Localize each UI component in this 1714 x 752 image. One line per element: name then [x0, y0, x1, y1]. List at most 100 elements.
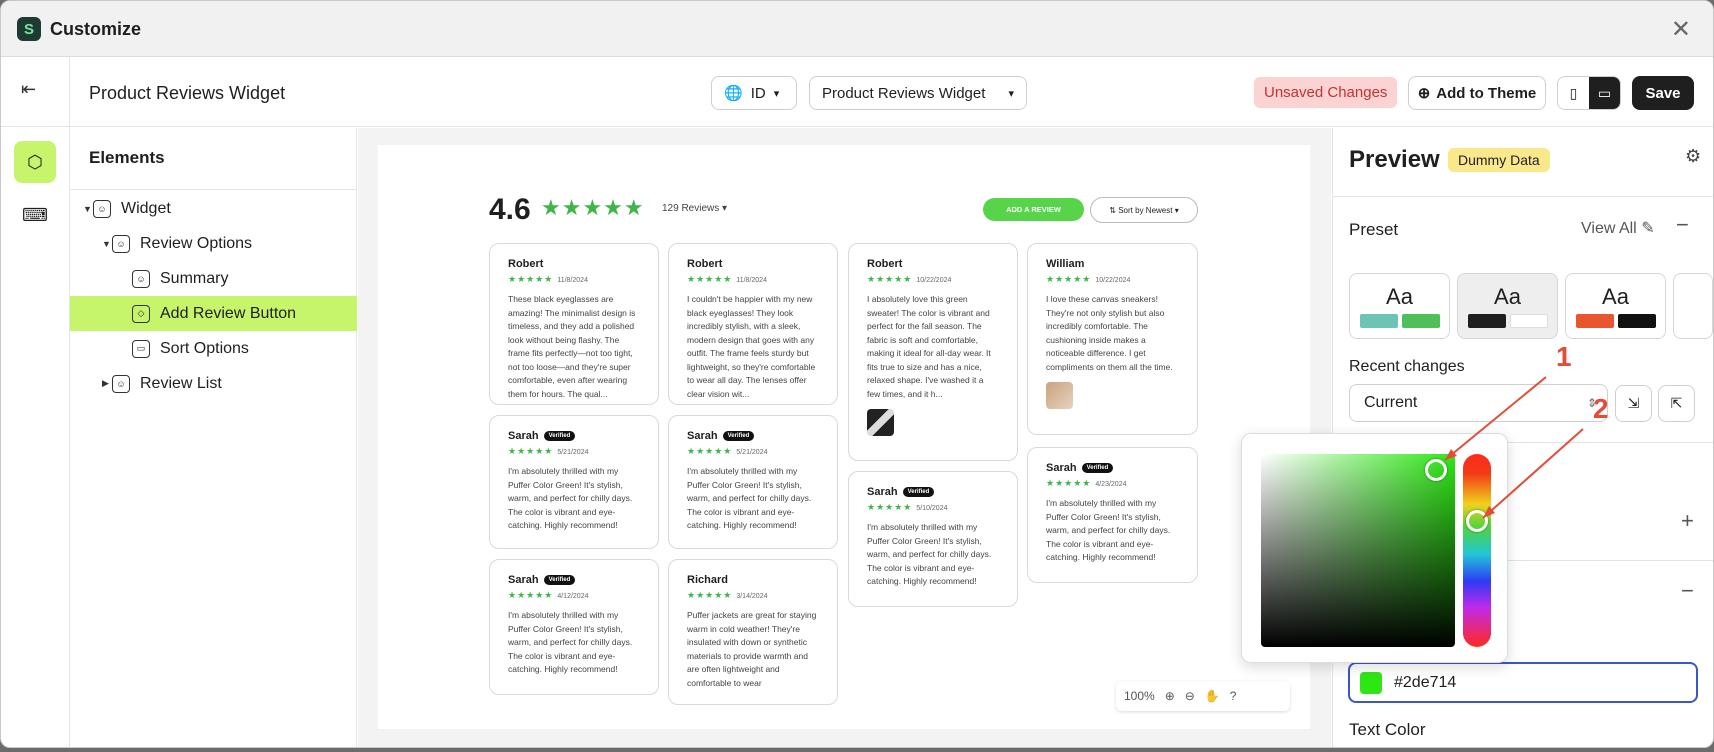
collapse-icon[interactable]: −: [1676, 212, 1689, 238]
customize-window: S Customize ✕ ⇤ Product Reviews Widget 🌐…: [0, 0, 1714, 748]
review-card: Robert ★★★★★ 11/8/2024 I couldn't be happ…: [668, 243, 838, 405]
mobile-icon[interactable]: ▯: [1558, 77, 1589, 109]
edit-icon: ✎: [1641, 220, 1655, 237]
tree-item-widget[interactable]: ▼ ☺ Widget: [70, 191, 357, 226]
color-swatch[interactable]: [1360, 671, 1382, 694]
reviewer-name: Sarah Verified: [687, 430, 819, 442]
close-icon[interactable]: ✕: [1671, 15, 1691, 44]
recent-changes-value: Current: [1364, 394, 1418, 411]
stars-icon: ★★★★★: [867, 274, 913, 284]
tree-item-review-list[interactable]: ▶ ☺ Review List: [70, 366, 357, 401]
stars-icon: ★★★★★: [687, 590, 733, 600]
tree-item-review-options[interactable]: ▼ ☺ Review Options: [70, 226, 357, 261]
review-card: Robert ★★★★★ 10/22/2024 I absolutely love…: [848, 243, 1018, 461]
elements-rail-icon[interactable]: ⬡: [14, 141, 56, 183]
review-meta: ★★★★★ 5/21/2024: [508, 446, 640, 457]
gear-icon[interactable]: ⚙: [1685, 146, 1701, 167]
add-review-button[interactable]: ADD A REVIEW: [983, 198, 1084, 221]
preset-card[interactable]: Aa: [1349, 273, 1450, 339]
review-photo[interactable]: [867, 409, 894, 436]
review-date: 4/12/2024: [557, 593, 589, 600]
review-text: Puffer jackets are great for staying war…: [687, 610, 817, 688]
saturation-handle[interactable]: [1425, 459, 1447, 481]
caret-right-icon[interactable]: ▶: [102, 378, 112, 389]
stars-icon: ★★★★★: [508, 274, 554, 284]
exit-icon[interactable]: ⇤: [21, 79, 45, 103]
view-all-link[interactable]: View All ✎: [1581, 218, 1655, 238]
reviewer-name-text: Sarah: [508, 430, 539, 442]
review-photo[interactable]: [1046, 382, 1073, 409]
language-select[interactable]: 🌐 ID ▾: [711, 76, 797, 110]
page-select[interactable]: Product Reviews Widget ▾: [809, 76, 1027, 110]
dummy-data-badge: Dummy Data: [1448, 148, 1550, 172]
unsaved-badge: Unsaved Changes: [1254, 77, 1398, 108]
stars-icon: ★★★★★: [1046, 478, 1092, 488]
hex-value[interactable]: #2de714: [1394, 674, 1456, 692]
window-title: Customize: [50, 19, 142, 39]
title-bar: S Customize ✕: [1, 1, 1713, 57]
code-rail-icon[interactable]: ⌨: [14, 194, 56, 236]
add-review-label: ADD A REVIEW: [1006, 205, 1061, 214]
review-meta: ★★★★★ 10/22/2024: [867, 274, 999, 285]
review-text: I'm absolutely thrilled with my Puffer C…: [508, 466, 633, 530]
top-toolbar: ⇤ Product Reviews Widget 🌐 ID ▾ Product …: [1, 57, 1713, 127]
zoom-in-icon[interactable]: ⊕: [1165, 689, 1175, 703]
review-date: 5/21/2024: [736, 449, 768, 456]
help-icon[interactable]: ?: [1230, 689, 1237, 703]
reviews-count[interactable]: 129 Reviews ▾: [662, 203, 727, 214]
page-select-value: Product Reviews Widget: [822, 84, 986, 102]
preset-label: Preset: [1349, 220, 1399, 239]
recent-changes-select[interactable]: Current ⇕: [1349, 384, 1608, 422]
collapse-icon[interactable]: −: [1681, 578, 1694, 604]
reviewer-name-text: Sarah: [508, 574, 539, 586]
preset-swatch: [1618, 314, 1656, 328]
review-card: Sarah Verified ★★★★★ 4/23/2024 I'm absolut…: [1027, 447, 1198, 583]
review-text: I'm absolutely thrilled with my Puffer C…: [867, 522, 992, 586]
average-rating: 4.6: [489, 193, 531, 226]
tree-item-label: Sort Options: [160, 339, 249, 357]
review-meta: ★★★★★ 11/8/2024: [508, 274, 640, 285]
caret-down-icon[interactable]: ▼: [83, 204, 93, 214]
tree-item-label: Widget: [121, 199, 171, 217]
hand-icon[interactable]: ✋: [1205, 689, 1220, 703]
hue-handle[interactable]: [1466, 510, 1488, 532]
review-text: I'm absolutely thrilled with my Puffer C…: [1046, 498, 1171, 562]
sort-button[interactable]: ⇅ Sort by Newest ▾: [1090, 197, 1198, 223]
stars-icon: ★★★★★: [867, 502, 913, 512]
stars-icon: ★★★★★: [687, 446, 733, 456]
stars-icon: ★★★★★: [687, 274, 733, 284]
tree-item-sort-options[interactable]: ▭ Sort Options: [70, 331, 357, 366]
preset-card[interactable]: Aa: [1565, 273, 1666, 339]
import-icon[interactable]: ⇲: [1615, 385, 1652, 422]
preset-card[interactable]: Aa: [1457, 273, 1558, 339]
color-hex-input[interactable]: #2de714: [1348, 662, 1698, 703]
color-picker-popover: [1241, 433, 1508, 663]
add-to-theme-label: Add to Theme: [1436, 84, 1537, 102]
verified-badge: Verified: [722, 431, 755, 441]
reviewer-name-text: Sarah: [687, 430, 718, 442]
desktop-icon[interactable]: ▭: [1589, 77, 1620, 109]
export-icon[interactable]: ⇱: [1658, 385, 1695, 422]
review-text: I absolutely love this green sweater! Th…: [867, 294, 991, 399]
stars-icon: ★★★★★: [508, 590, 554, 600]
review-date: 10/22/2024: [1095, 277, 1131, 284]
add-to-theme-button[interactable]: ⊕ Add to Theme: [1408, 76, 1546, 110]
view-all-label: View All: [1581, 220, 1637, 237]
tree-item-label: Review Options: [140, 234, 253, 252]
review-card: Sarah Verified ★★★★★ 5/21/2024 I'm absolut…: [668, 415, 838, 549]
saturation-value-area[interactable]: [1261, 454, 1455, 647]
preview-canvas: 4.6 ★★★★★ 129 Reviews ▾ ADD A REVIEW ⇅ S…: [358, 128, 1331, 747]
review-card: Sarah Verified ★★★★★ 5/10/2024 I'm absolut…: [848, 471, 1018, 607]
tree-item-summary[interactable]: ☺ Summary: [70, 261, 357, 296]
review-card: Robert ★★★★★ 11/8/2024 These black eyegla…: [489, 243, 659, 405]
tree-item-add-review-button[interactable]: ◇ Add Review Button: [70, 296, 357, 331]
plus-icon[interactable]: +: [1681, 508, 1694, 534]
save-button[interactable]: Save: [1632, 76, 1694, 110]
review-meta: ★★★★★ 4/12/2024: [508, 590, 640, 601]
caret-down-icon[interactable]: ▼: [102, 239, 112, 249]
reviewer-name: Sarah Verified: [508, 430, 640, 442]
preset-card[interactable]: [1673, 273, 1713, 339]
hue-slider[interactable]: [1463, 454, 1491, 647]
review-text: I'm absolutely thrilled with my Puffer C…: [508, 610, 633, 674]
zoom-out-icon[interactable]: ⊖: [1185, 689, 1195, 703]
